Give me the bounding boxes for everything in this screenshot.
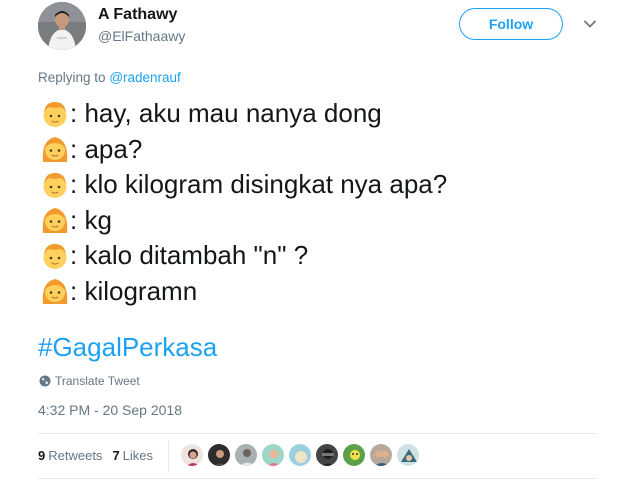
liker-avatar[interactable] [234, 443, 258, 467]
liker-avatar-9 [397, 444, 419, 466]
user-handle[interactable]: @ElFathaawy [98, 28, 185, 44]
hashtag-link[interactable]: #GagalPerkasa [38, 332, 217, 363]
follow-button[interactable]: Follow [459, 8, 563, 40]
tweet-stats: 9 Retweets 7 Likes [38, 448, 153, 463]
liker-avatar-8 [370, 444, 392, 466]
tweet-line: : hay, aku mau nanya dong [40, 96, 610, 132]
tweet-line: : kalo ditambah "n" ? [40, 238, 610, 274]
tweet-line-text: : kalo ditambah "n" ? [70, 240, 309, 271]
liker-avatar[interactable] [342, 443, 366, 467]
liker-avatar[interactable] [396, 443, 420, 467]
tweet-timestamp[interactable]: 4:32 PM - 20 Sep 2018 [38, 402, 182, 418]
tweet-text: : hay, aku mau nanya dong : apa? : klo k… [40, 96, 610, 309]
tweet-line-text: : kg [70, 204, 112, 235]
liker-avatar[interactable] [369, 443, 393, 467]
boy-face-emoji [43, 101, 67, 127]
stats-separator [168, 440, 169, 472]
translate-label: Translate Tweet [55, 374, 140, 388]
girl-face-emoji [42, 208, 68, 234]
liker-avatar[interactable] [180, 443, 204, 467]
liker-avatar-2 [208, 444, 230, 466]
liker-avatar-3 [235, 444, 257, 466]
reply-context: Replying to @radenrauf [38, 70, 181, 85]
chevron-down-icon[interactable] [582, 16, 598, 32]
user-avatar-icon [38, 2, 86, 50]
liker-avatar[interactable] [261, 443, 285, 467]
reply-context-prefix: Replying to [38, 70, 106, 85]
divider [38, 478, 598, 479]
likes-stat[interactable]: 7 Likes [112, 448, 153, 463]
liker-avatar-7 [343, 444, 365, 466]
girl-face-emoji [42, 279, 68, 305]
liker-avatar-1 [181, 444, 203, 466]
tweet-line-text: : hay, aku mau nanya dong [70, 98, 382, 129]
liker-avatar-6 [316, 444, 338, 466]
liker-avatar-4 [262, 444, 284, 466]
user-display-name[interactable]: A Fathawy [98, 6, 177, 24]
likes-count: 7 [112, 448, 120, 463]
retweets-label: Retweets [48, 448, 103, 463]
likers-avatar-list [180, 443, 423, 467]
boy-face-emoji [43, 243, 67, 269]
liker-avatar[interactable] [288, 443, 312, 467]
user-avatar[interactable] [38, 2, 86, 50]
tweet-line: : kilogramn [40, 274, 610, 310]
reply-mention-link[interactable]: @radenrauf [109, 70, 181, 85]
divider [38, 433, 598, 434]
tweet-line: : kg [40, 203, 610, 239]
liker-avatar-5 [289, 444, 311, 466]
tweet-line-text: : klo kilogram disingkat nya apa? [70, 169, 448, 200]
girl-face-emoji [42, 137, 68, 163]
boy-face-emoji [43, 172, 67, 198]
liker-avatar[interactable] [207, 443, 231, 467]
tweet-line-text: : apa? [70, 133, 143, 164]
liker-avatar[interactable] [315, 443, 339, 467]
globe-icon [39, 375, 51, 387]
likes-label: Likes [122, 448, 154, 463]
tweet-line: : klo kilogram disingkat nya apa? [40, 167, 610, 203]
tweet-line: : apa? [40, 132, 610, 168]
tweet-line-text: : kilogramn [70, 275, 198, 306]
translate-tweet-button[interactable]: Translate Tweet [39, 374, 140, 388]
retweets-count: 9 [38, 448, 46, 463]
retweets-stat[interactable]: 9 Retweets [38, 448, 102, 463]
